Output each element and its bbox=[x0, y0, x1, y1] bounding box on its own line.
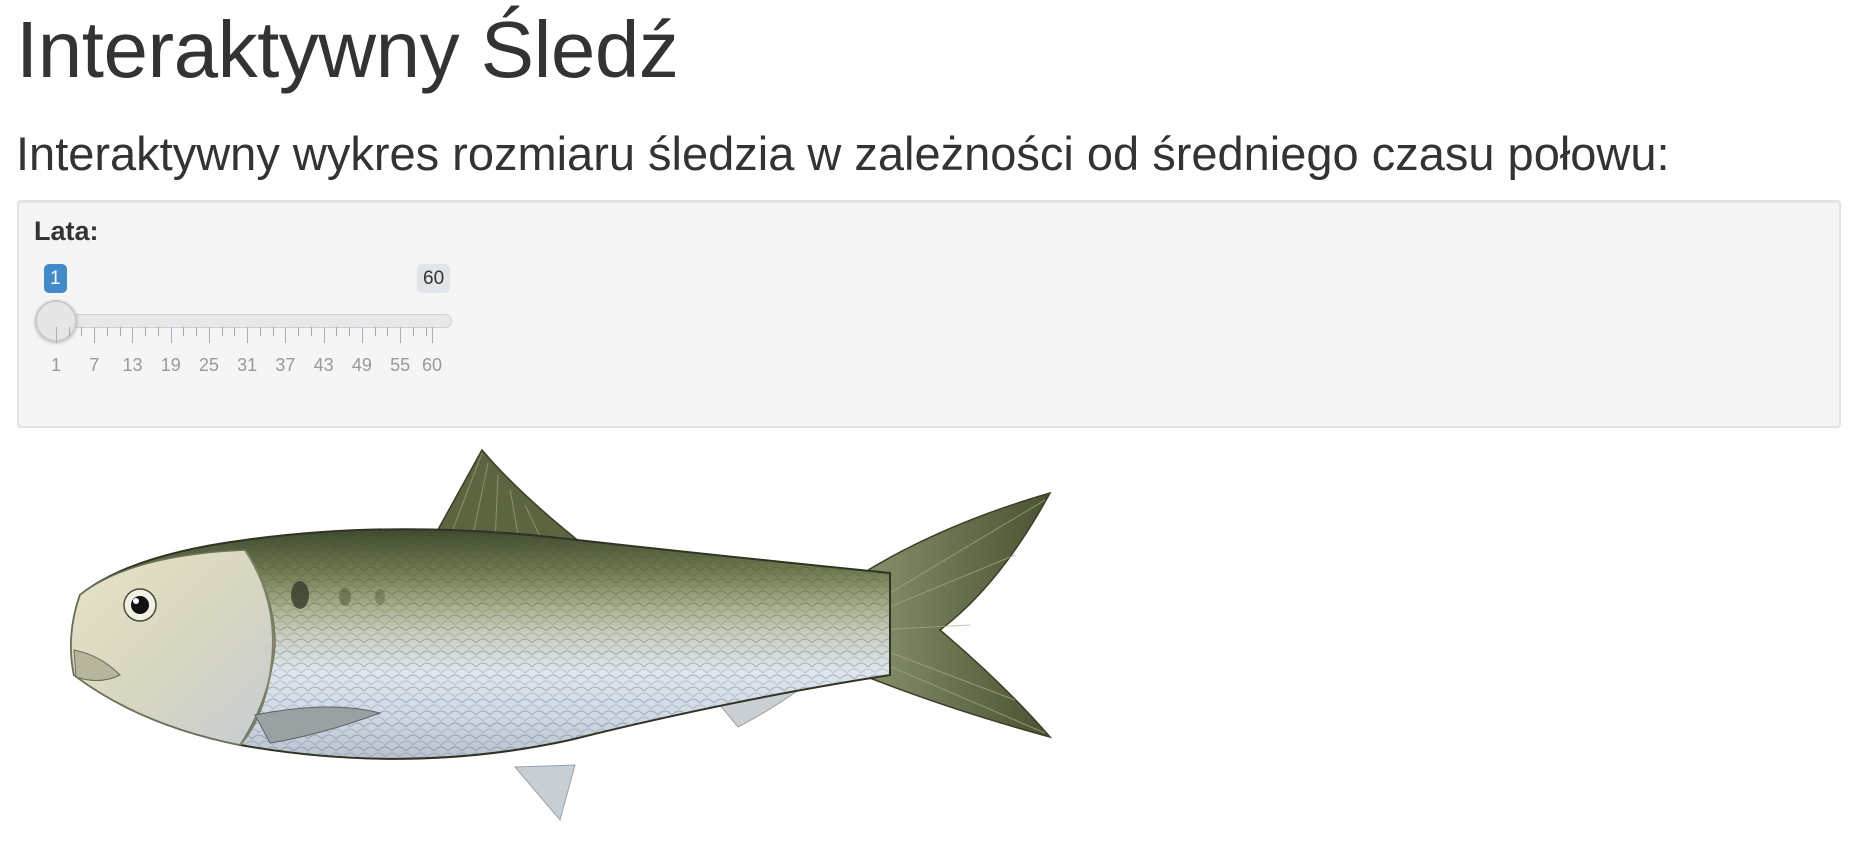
slider-tick-label: 1 bbox=[50, 355, 62, 375]
slider-tick-label: 19 bbox=[160, 355, 181, 375]
slider-major-tick bbox=[170, 327, 172, 343]
slider-major-tick bbox=[323, 327, 325, 343]
slider-minor-tick bbox=[387, 327, 389, 336]
slider-major-tick bbox=[208, 327, 210, 343]
slider-value-tag: 1 bbox=[44, 264, 67, 293]
herring-image bbox=[70, 445, 1060, 840]
slider-major-tick bbox=[247, 327, 249, 343]
page-title: Interaktywny Śledź bbox=[16, 5, 679, 94]
slider-tick-label: 55 bbox=[390, 355, 411, 375]
slider-minor-tick bbox=[272, 327, 274, 336]
slider-minor-tick bbox=[145, 327, 147, 336]
slider-minor-tick bbox=[336, 327, 338, 336]
slider-major-tick bbox=[56, 327, 57, 343]
slider-minor-tick bbox=[412, 327, 414, 336]
slider-minor-tick bbox=[183, 327, 185, 336]
slider-minor-tick bbox=[221, 327, 223, 336]
slider-track[interactable] bbox=[46, 314, 452, 328]
slider-tick-label: 37 bbox=[275, 355, 296, 375]
slider-minor-tick bbox=[349, 327, 351, 336]
slider-tick-label: 49 bbox=[351, 355, 372, 375]
slider-minor-tick bbox=[119, 327, 121, 336]
slider-minor-tick bbox=[259, 327, 261, 336]
slider-major-tick bbox=[400, 327, 402, 343]
slider-minor-tick bbox=[374, 327, 376, 336]
slider-tick-label: 60 bbox=[421, 355, 443, 375]
slider-tick-label: 25 bbox=[198, 355, 219, 375]
slider-max-tag: 60 bbox=[417, 264, 451, 293]
slider-minor-tick bbox=[68, 327, 70, 336]
slider-minor-tick bbox=[310, 327, 312, 336]
slider-tick-label: 43 bbox=[313, 355, 334, 375]
slider-minor-tick bbox=[196, 327, 198, 336]
slider-tick-label: 13 bbox=[122, 355, 143, 375]
slider-major-tick bbox=[432, 327, 433, 343]
slider-minor-tick bbox=[234, 327, 236, 336]
years-slider-label: Lata: bbox=[34, 216, 99, 246]
slider-tick-label: 7 bbox=[89, 355, 100, 375]
slider-major-tick bbox=[285, 327, 287, 343]
slider-major-tick bbox=[361, 327, 363, 343]
slider-tick-label: 31 bbox=[237, 355, 258, 375]
slider-minor-tick bbox=[425, 327, 427, 336]
slider-major-tick bbox=[94, 327, 96, 343]
slider-minor-tick bbox=[157, 327, 159, 336]
slider-major-tick bbox=[132, 327, 134, 343]
slider-minor-tick bbox=[81, 327, 83, 336]
page-subtitle: Interaktywny wykres rozmiaru śledzia w z… bbox=[16, 127, 1670, 180]
slider-minor-tick bbox=[106, 327, 108, 336]
slider-minor-tick bbox=[298, 327, 300, 336]
